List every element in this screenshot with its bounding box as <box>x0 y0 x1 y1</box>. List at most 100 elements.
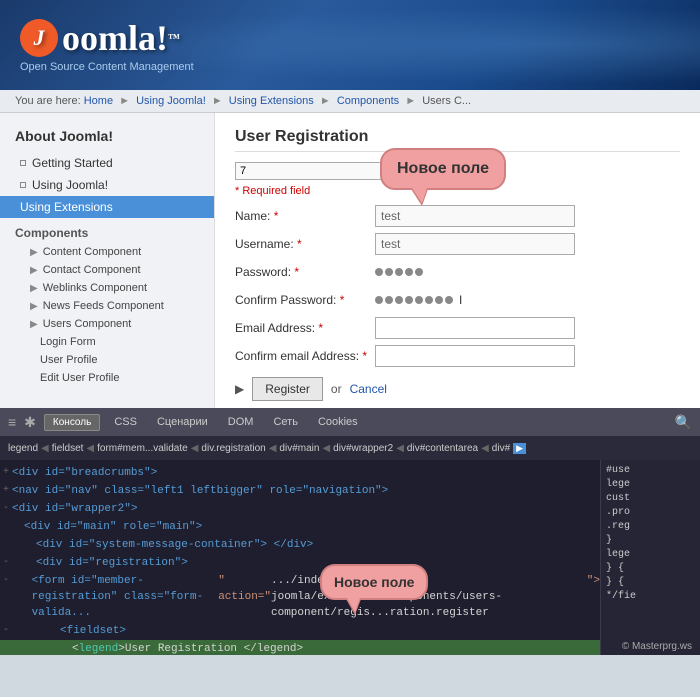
sidebar-item-contact-component[interactable]: ▶ Contact Component <box>0 261 214 279</box>
sidebar-item-content-component[interactable]: ▶ Content Component <box>0 243 214 261</box>
sidebar-leaf-edit-user-profile[interactable]: Edit User Profile <box>0 369 214 387</box>
code-line: + <nav id="nav" class="left1 leftbigger"… <box>0 482 600 500</box>
password-dots <box>375 261 425 283</box>
input-name[interactable] <box>375 205 575 227</box>
devtools-tab-dom[interactable]: DOM <box>222 414 260 430</box>
input-email[interactable] <box>375 317 575 339</box>
code-line: - <form id="member-registration" class="… <box>0 572 600 622</box>
devtools-search-icon[interactable]: 🔍 <box>675 414 692 431</box>
watermark: © Masterprg.ws <box>622 641 692 652</box>
sidebar-item-label: Contact Component <box>43 264 141 276</box>
dot <box>405 296 413 304</box>
line-toggle[interactable]: - <box>0 501 12 517</box>
logo: J oomla!™ Open Source Content Management <box>20 17 194 73</box>
sep: ◀ <box>86 443 94 454</box>
code-line-highlighted: <legend>User Registration </legend> <box>0 640 600 655</box>
arrow-icon: ▶ <box>30 247 38 258</box>
bubble-text-2: Новое поле <box>334 574 414 590</box>
cancel-link[interactable]: Cancel <box>350 382 387 396</box>
arrow-icon: ▶ <box>30 265 38 276</box>
crumb-fieldset[interactable]: fieldset <box>52 443 84 454</box>
crumb-contentarea[interactable]: div#contentarea <box>407 443 478 454</box>
label-confirm-email: Confirm email Address: * <box>235 349 375 363</box>
dot <box>385 268 393 276</box>
register-button[interactable]: Register <box>252 377 323 401</box>
sidebar-item-label: Weblinks Component <box>43 282 147 294</box>
line-toggle[interactable]: - <box>0 623 12 639</box>
dot <box>375 268 383 276</box>
code-content: <div id="registration"> <box>36 555 188 571</box>
breadcrumb-using-extensions[interactable]: Using Extensions <box>229 95 314 107</box>
devtools-tab-scripts[interactable]: Сценарии <box>151 414 214 430</box>
crumb-div-reg[interactable]: div.registration <box>201 443 265 454</box>
speech-bubble-2: Новое поле <box>320 564 428 600</box>
dot <box>415 268 423 276</box>
logo-tagline: Open Source Content Management <box>20 61 194 73</box>
line-toggle[interactable] <box>0 641 12 655</box>
breadcrumb-components[interactable]: Components <box>337 95 399 107</box>
code-right-line: cust <box>606 493 695 504</box>
line-toggle[interactable]: - <box>0 573 12 589</box>
code-right-line: } { <box>606 577 695 588</box>
devtools-tab-network[interactable]: Сеть <box>267 414 303 430</box>
crumb-legend[interactable]: legend <box>8 443 38 454</box>
dot <box>435 296 443 304</box>
devtools-menu-icon[interactable]: ≡ <box>8 414 16 430</box>
dot <box>375 296 383 304</box>
form-row-password: Password: * <box>235 261 680 283</box>
code-right-line: #use <box>606 465 695 476</box>
code-line: - <div id="wrapper2"> <box>0 500 600 518</box>
devtools-console-btn[interactable]: Консоль <box>44 414 100 431</box>
sidebar-item-label: Getting Started <box>32 156 113 170</box>
line-toggle[interactable] <box>0 519 12 535</box>
logo-tm: ™ <box>168 31 180 46</box>
header: J oomla!™ Open Source Content Management <box>0 0 700 90</box>
sidebar-item-weblinks-component[interactable]: ▶ Weblinks Component <box>0 279 214 297</box>
line-toggle[interactable]: - <box>0 555 12 571</box>
devtools-bar: ≡ ✱ Консоль CSS Сценарии DOM Сеть Cookie… <box>0 408 700 436</box>
sidebar-item-using-extensions[interactable]: Using Extensions <box>0 196 214 218</box>
sidebar-leaf-login-form[interactable]: Login Form <box>0 333 214 351</box>
sidebar-item-label: News Feeds Component <box>43 300 164 312</box>
crumb-divmain[interactable]: div#main <box>279 443 319 454</box>
breadcrumb-using-joomla[interactable]: Using Joomla! <box>136 95 206 107</box>
input-confirm-email[interactable] <box>375 345 575 367</box>
code-line: <div id="main" role="main"> <box>0 518 600 536</box>
line-toggle[interactable] <box>0 537 12 553</box>
dot <box>415 296 423 304</box>
sidebar-item-getting-started[interactable]: Getting Started <box>0 152 214 174</box>
sep: ◀ <box>41 443 49 454</box>
code-line: - <div id="registration"> <box>0 554 600 572</box>
code-line: <div id="system-message-container"> </di… <box>0 536 600 554</box>
sidebar-item-using-joomla[interactable]: Using Joomla! <box>0 174 214 196</box>
sidebar-leaf-user-profile[interactable]: User Profile <box>0 351 214 369</box>
sidebar-item-newsfeeds-component[interactable]: ▶ News Feeds Component <box>0 297 214 315</box>
register-arrow: ▶ <box>235 382 244 396</box>
line-toggle[interactable]: + <box>0 465 12 481</box>
crumb-form[interactable]: form#mem...validate <box>97 443 188 454</box>
sidebar-item-users-component[interactable]: ▶ Users Component <box>0 315 214 333</box>
devtools-tab-cookies[interactable]: Cookies <box>312 414 364 430</box>
crumb-wrapper2[interactable]: div#wrapper2 <box>333 443 393 454</box>
label-password: Password: * <box>235 265 375 279</box>
sep: ◀ <box>191 443 199 454</box>
breadcrumb: You are here: Home ► Using Joomla! ► Usi… <box>0 90 700 113</box>
sidebar-section-components: Components <box>0 221 214 243</box>
crumb-div[interactable]: div# <box>492 443 510 454</box>
devtools-cursor-icon[interactable]: ✱ <box>24 414 36 431</box>
code-right-line: */fie <box>606 591 695 602</box>
code-content: <form id="member-registration" class="fo… <box>32 573 219 621</box>
code-content: <div id="main" role="main"> <box>24 519 202 535</box>
form-row-confirm-password: Confirm Password: * I <box>235 289 680 311</box>
devtools-tab-css[interactable]: CSS <box>108 414 143 430</box>
input-username[interactable] <box>375 233 575 255</box>
form-actions: ▶ Register or Cancel <box>235 377 680 401</box>
form-row-username: Username: * <box>235 233 680 255</box>
line-toggle[interactable]: + <box>0 483 12 499</box>
arrow-icon: ▶ <box>30 301 38 312</box>
dot <box>395 268 403 276</box>
code-content: <div id="wrapper2"> <box>12 501 137 517</box>
code-lines[interactable]: + <div id="breadcrumbs"> + <nav id="nav"… <box>0 460 600 655</box>
breadcrumb-home[interactable]: Home <box>84 95 113 107</box>
main-layout: About Joomla! Getting Started Using Joom… <box>0 113 700 408</box>
